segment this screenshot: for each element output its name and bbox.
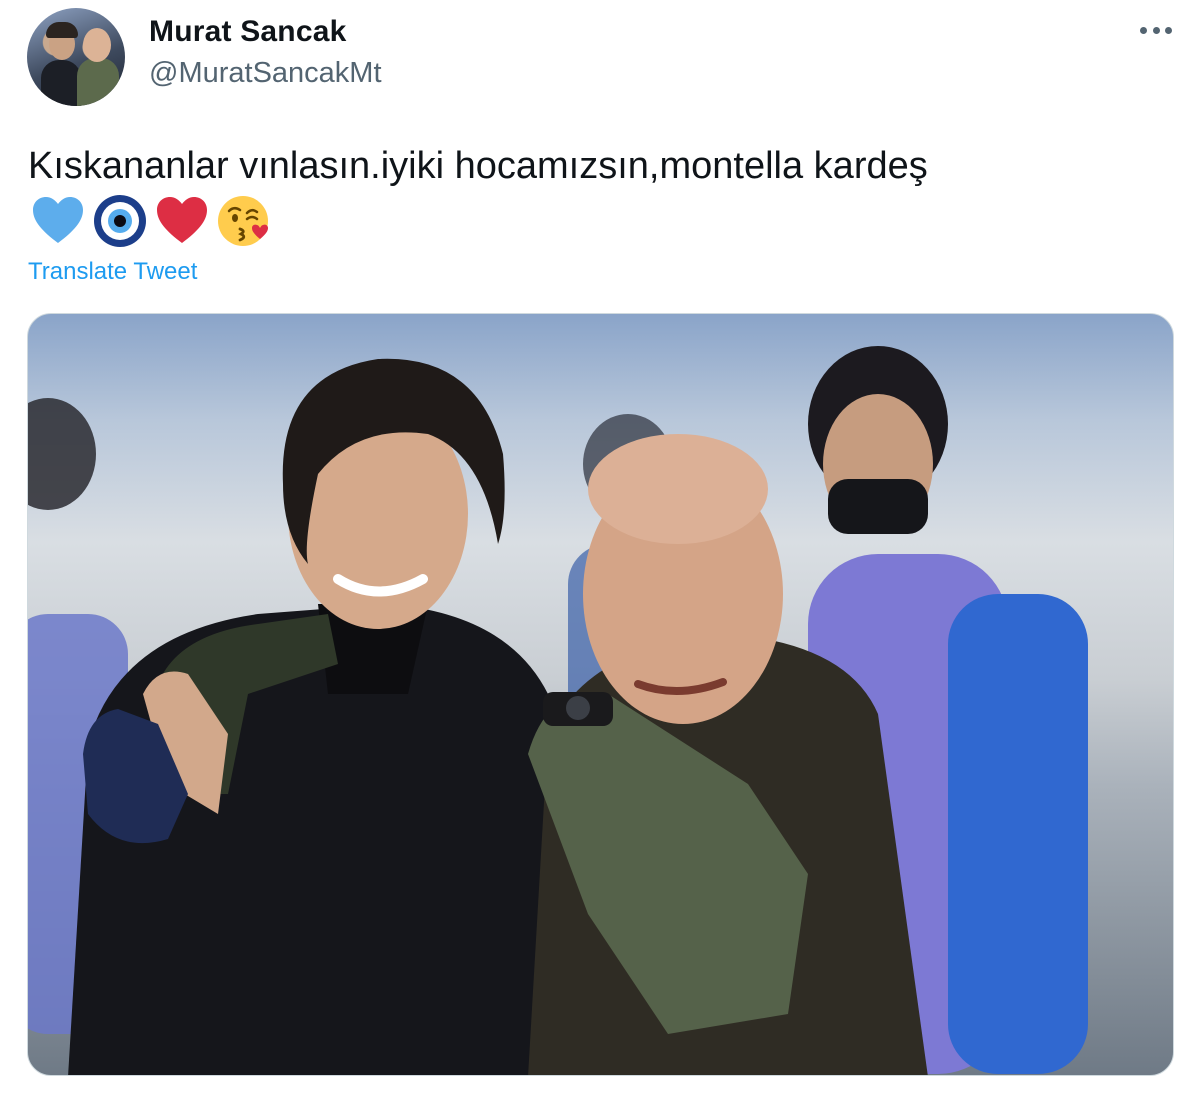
red-heart-icon (157, 197, 207, 243)
more-horizontal-icon[interactable] (1140, 18, 1172, 42)
avatar-person-right (77, 58, 119, 106)
translate-tweet-link[interactable]: Translate Tweet (28, 258, 197, 286)
author-handle[interactable]: @MuratSancakMt (149, 57, 382, 90)
nazar-amulet-icon (94, 195, 146, 247)
avatar-person-left (41, 60, 81, 106)
avatar-hair-left (46, 22, 78, 38)
avatar-face-right (83, 28, 111, 62)
photo-illustration (28, 346, 1088, 1075)
tweet-text: Kıskananlar vınlasın.iyiki hocamızsın,mo… (28, 145, 928, 187)
author-name[interactable]: Murat Sancak (149, 15, 346, 49)
kissing-face-icon (218, 196, 268, 246)
author-avatar[interactable] (27, 8, 125, 106)
blue-heart-icon (33, 197, 83, 243)
tweet-card: Murat Sancak @MuratSancakMt Kıskananlar … (0, 0, 1200, 1101)
tweet-photo[interactable] (27, 313, 1174, 1076)
tweet-emojis (30, 192, 272, 250)
